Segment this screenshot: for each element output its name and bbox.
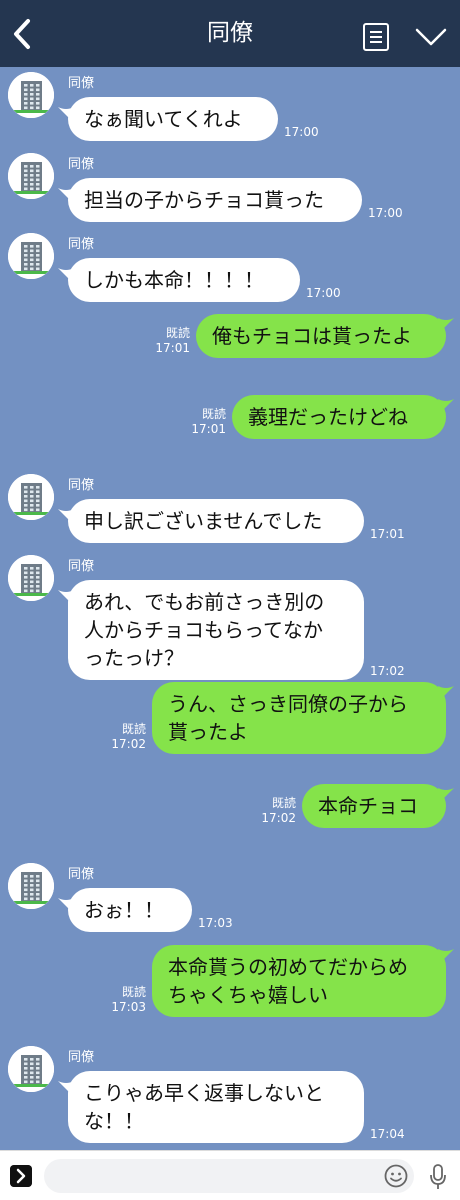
- emoji-icon[interactable]: [384, 1164, 408, 1188]
- read-status: 既読: [121, 985, 146, 999]
- building-icon[interactable]: [8, 233, 54, 279]
- sender-name: 同僚: [68, 867, 95, 882]
- incoming-message-bubble[interactable]: こりゃあ早く返事しないと な！！: [68, 1071, 364, 1143]
- message-timestamp: 17:00: [306, 286, 341, 300]
- message-composer: [0, 1150, 460, 1200]
- read-receipt: 既読 17:02: [111, 722, 146, 752]
- sender-name: 同僚: [68, 1050, 95, 1065]
- incoming-message-bubble[interactable]: おぉ！！: [68, 888, 192, 932]
- sender-name: 同僚: [68, 559, 95, 574]
- message-text-line: あれ、でもお前さっき別の: [84, 590, 325, 614]
- outgoing-message-bubble[interactable]: 俺もチョコは貰ったよ: [196, 314, 446, 358]
- read-status: 既読: [165, 326, 190, 340]
- sender-name: 同僚: [68, 237, 95, 252]
- incoming-message-bubble[interactable]: なぁ聞いてくれよ: [68, 97, 278, 141]
- building-icon[interactable]: [8, 153, 54, 199]
- read-receipt: 既読 17:01: [155, 326, 190, 356]
- message-text-line: な！！: [84, 1109, 144, 1133]
- message-text-line: 貰ったよ: [168, 720, 248, 744]
- message-text-line: 義理だったけどね: [248, 405, 408, 429]
- building-icon[interactable]: [8, 1046, 54, 1092]
- message-timestamp: 17:01: [191, 422, 226, 436]
- message-text-line: うん、さっき同僚の子から: [168, 692, 408, 716]
- chat-area[interactable]: 同僚 17:00 なぁ聞いてくれよ 同僚 17:00 担当の子からチョコ貰った 同僚 17:0…: [0, 67, 460, 1150]
- message-timestamp: 17:03: [111, 1000, 146, 1014]
- message-timestamp: 17:01: [370, 527, 405, 541]
- sender-name: 同僚: [68, 157, 95, 172]
- building-icon[interactable]: [8, 72, 54, 118]
- message-timestamp: 17:00: [284, 125, 319, 139]
- message-text-line: ちゃくちゃ嬉しい: [168, 983, 328, 1007]
- message-timestamp: 17:03: [198, 916, 233, 930]
- message-text-line: ったっけ？: [84, 646, 184, 670]
- message-text-line: 担当の子からチョコ貰った: [84, 188, 324, 212]
- incoming-message-bubble[interactable]: あれ、でもお前さっき別の 人からチョコもらってなか ったっけ？: [68, 580, 364, 680]
- read-status: 既読: [271, 796, 296, 810]
- read-receipt: 既読 17:02: [261, 796, 296, 826]
- incoming-message-bubble[interactable]: 申し訳ございませんでした: [68, 499, 364, 543]
- chevron-right-icon[interactable]: [10, 1165, 32, 1187]
- menu-list-icon[interactable]: [362, 22, 390, 52]
- outgoing-message-bubble[interactable]: 本命チョコ: [302, 784, 446, 828]
- sender-name: 同僚: [68, 478, 95, 493]
- microphone-icon[interactable]: [428, 1163, 448, 1191]
- incoming-message-bubble[interactable]: しかも本命！！！！: [68, 258, 300, 302]
- message-timestamp: 17:04: [370, 1127, 405, 1141]
- message-timestamp: 17:00: [368, 206, 403, 220]
- message-text-line: こりゃあ早く返事しないと: [84, 1081, 324, 1105]
- chat-title: 同僚: [207, 20, 253, 46]
- message-timestamp: 17:02: [370, 664, 405, 678]
- building-icon[interactable]: [8, 863, 54, 909]
- read-status: 既読: [201, 407, 226, 421]
- message-text-line: なぁ聞いてくれよ: [84, 107, 243, 131]
- message-text-line: 本命貰うの初めてだからめ: [168, 955, 408, 979]
- message-timestamp: 17:02: [111, 737, 146, 751]
- incoming-message-bubble[interactable]: 担当の子からチョコ貰った: [68, 178, 362, 222]
- message-text-line: 申し訳ございませんでした: [84, 509, 323, 533]
- message-text-line: 本命チョコ: [318, 794, 418, 818]
- outgoing-message-bubble[interactable]: 義理だったけどね: [232, 395, 446, 439]
- outgoing-message-bubble[interactable]: うん、さっき同僚の子から 貰ったよ: [152, 682, 446, 754]
- message-text-line: 俺もチョコは貰ったよ: [212, 324, 412, 348]
- message-timestamp: 17:01: [155, 341, 190, 355]
- message-text-line: 人からチョコもらってなか: [84, 618, 323, 642]
- message-text-line: おぉ！！: [84, 898, 164, 922]
- read-receipt: 既読 17:01: [191, 407, 226, 437]
- chevron-down-icon[interactable]: [414, 26, 448, 48]
- read-status: 既読: [121, 722, 146, 736]
- message-input[interactable]: [44, 1159, 414, 1193]
- outgoing-message-bubble[interactable]: 本命貰うの初めてだからめ ちゃくちゃ嬉しい: [152, 945, 446, 1017]
- read-receipt: 既読 17:03: [111, 985, 146, 1015]
- message-text-line: しかも本命！！！！: [84, 268, 264, 292]
- sender-name: 同僚: [68, 76, 95, 91]
- building-icon[interactable]: [8, 474, 54, 520]
- chat-header: 同僚: [0, 0, 460, 67]
- building-icon[interactable]: [8, 555, 54, 601]
- message-timestamp: 17:02: [261, 811, 296, 825]
